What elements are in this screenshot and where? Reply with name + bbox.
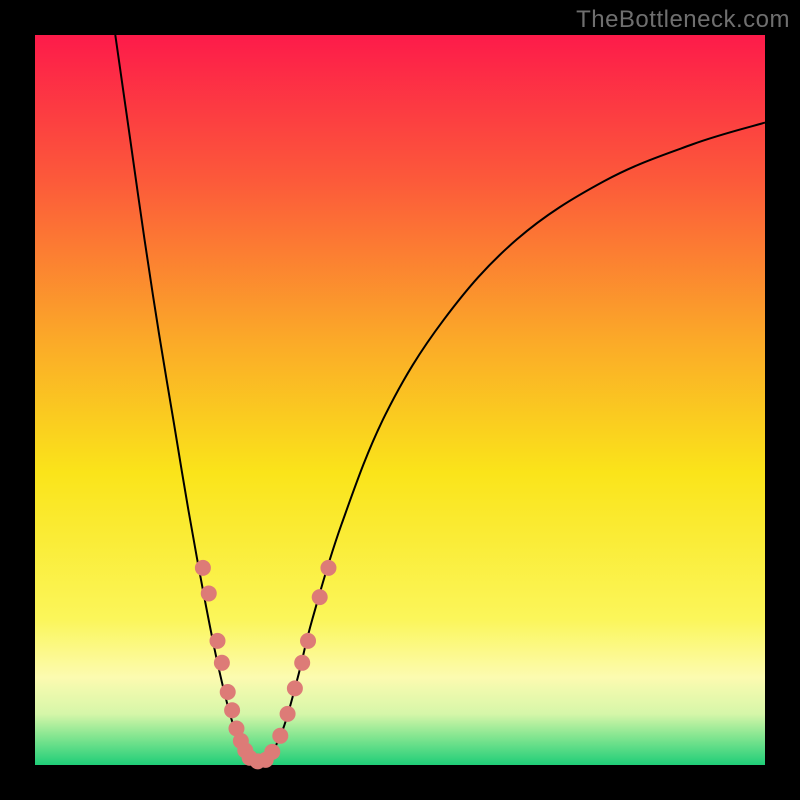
marker-point: [220, 684, 236, 700]
series-right-curve: [258, 123, 765, 765]
series-left-curve: [115, 35, 257, 765]
marker-point: [201, 585, 217, 601]
marker-point: [300, 633, 316, 649]
marker-point: [264, 744, 280, 760]
marker-point: [210, 633, 226, 649]
marker-point: [195, 560, 211, 576]
curves-layer: [35, 35, 765, 765]
marker-point: [214, 655, 230, 671]
marker-point: [224, 702, 240, 718]
marker-point: [287, 680, 303, 696]
marker-point: [280, 706, 296, 722]
watermark-text: TheBottleneck.com: [576, 6, 790, 34]
marker-point: [272, 728, 288, 744]
marker-point: [294, 655, 310, 671]
chart-frame: TheBottleneck.com: [0, 0, 800, 800]
marker-point: [320, 560, 336, 576]
plot-area: [35, 35, 765, 765]
marker-point: [312, 589, 328, 605]
